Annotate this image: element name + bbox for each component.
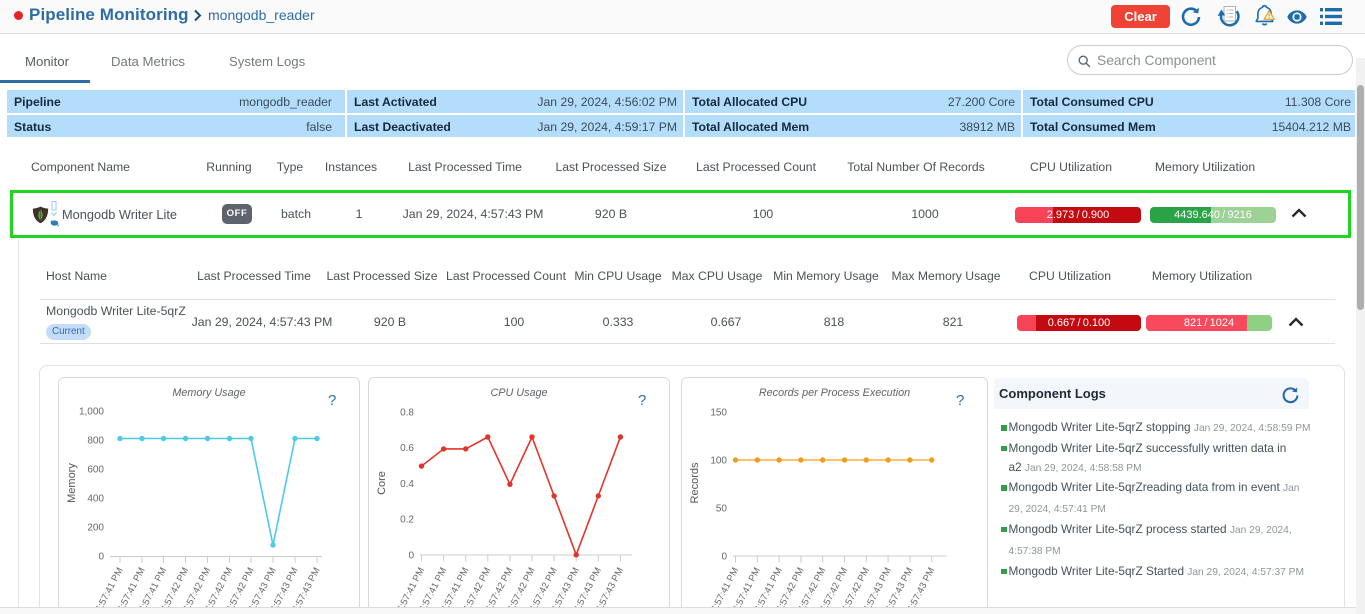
svg-text:600: 600 [87, 465, 104, 476]
svg-text:100: 100 [710, 456, 727, 467]
svg-text:0.4: 0.4 [400, 479, 414, 490]
svg-text:200: 200 [87, 523, 104, 534]
svg-text:1,000: 1,000 [79, 407, 104, 418]
svg-text:50: 50 [716, 504, 728, 515]
svg-text:0: 0 [721, 552, 727, 563]
svg-text:0: 0 [98, 552, 104, 563]
svg-text:0.8: 0.8 [400, 408, 414, 419]
svg-text:0: 0 [408, 550, 414, 561]
svg-text:0.6: 0.6 [400, 443, 414, 454]
svg-text:800: 800 [87, 436, 104, 447]
svg-text:400: 400 [87, 494, 104, 505]
svg-text:0.2: 0.2 [400, 515, 414, 526]
svg-text:150: 150 [710, 408, 727, 419]
